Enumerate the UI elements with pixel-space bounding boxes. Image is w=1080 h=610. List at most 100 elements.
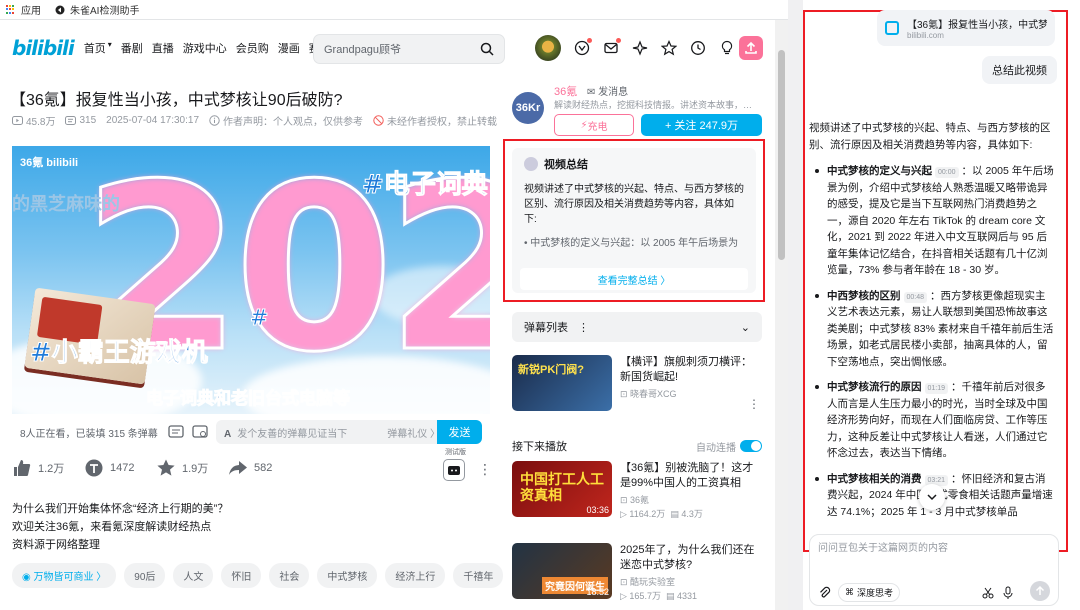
danmaku-input[interactable]: A 发个友善的弹幕见证当下 弹幕礼仪 〉 (216, 420, 448, 444)
summary-title: 视频总结 (544, 159, 588, 171)
tag-list: ◉ 万物皆可商业 〉 90后 人文 怀旧 社会 中式梦核 经济上行 千禧年 (12, 563, 504, 588)
upload-button[interactable] (739, 36, 763, 60)
uploader-avatar[interactable]: 36Kr (512, 92, 544, 124)
danmaku-list-toggle[interactable]: 弹幕列表 ⋮ ⌄ (512, 312, 762, 342)
bookmark-apps-label: 应用 (21, 6, 41, 17)
video-summary-highlight: 视频总结 视频讲述了中式梦核的兴起、特点、与西方梦核的区别、流行原因及相关消费趋… (503, 139, 765, 302)
nav-mall[interactable]: 会员购 (236, 40, 269, 56)
history-clock-icon[interactable] (690, 40, 706, 56)
tag-item[interactable]: 经济上行 (385, 563, 446, 588)
tag-item[interactable]: 怀旧 (221, 563, 262, 588)
timestamp-chip[interactable]: 00:00 (935, 167, 959, 178)
creator-bulb-icon[interactable] (719, 40, 735, 56)
like-button[interactable]: 1.2万 (12, 458, 84, 478)
message-icon[interactable] (603, 38, 621, 56)
search-input[interactable]: Grandpagu顾爷 (313, 34, 505, 64)
timestamp-chip[interactable]: 01:19 (924, 383, 949, 394)
favorite-button[interactable]: 1.9万 (156, 458, 228, 478)
vip-icon[interactable] (574, 38, 592, 56)
nav-game-center[interactable]: 游戏中心 (183, 40, 227, 56)
description-line: 资料源于网络整理 (12, 539, 100, 551)
video-thumbnail[interactable]: 新锐PK门阀? (512, 355, 612, 411)
danmaku-send-button[interactable]: 发送 (437, 420, 482, 444)
bookmark-zhuque-label: 朱雀AI检测助手 (70, 6, 140, 17)
video-thumbnail[interactable]: 中国打工人工资真相 03:36 (512, 461, 612, 517)
recommend-card[interactable]: 新锐PK门阀? 【横评】旗舰刺须刀横评：新国货崛起! ⊡ 晓春哥XCG ⋮ (512, 355, 762, 417)
user-message: 总结此视频 (982, 56, 1057, 84)
search-icon[interactable] (480, 42, 494, 56)
dynamic-icon[interactable] (632, 40, 648, 56)
page-scrollbar[interactable] (775, 20, 788, 610)
danmaku-etiquette-link[interactable]: 弹幕礼仪 〉 (387, 425, 440, 440)
ai-response-item: 中式梦核的定义与兴起 00:00 ：以 2005 年午后场景为例，介绍中式梦核给人熟… (809, 163, 1055, 279)
toggle-switch[interactable] (740, 440, 762, 452)
thumbnail-text: 新锐PK门阀? (518, 364, 584, 376)
nav-manga[interactable]: 漫画 (278, 40, 300, 56)
uploader-name[interactable]: 36氪 (554, 83, 577, 99)
scissors-icon[interactable] (982, 587, 994, 599)
recommend-card[interactable]: 究竟因何诞生 18:52 2025年了，为什么我们还在迷恋中式梦核? ⊡ 酷玩实… (512, 543, 762, 603)
video-thumbnail[interactable]: 究竟因何诞生 18:52 (512, 543, 612, 599)
recommend-author[interactable]: ⊡ 36氪 (620, 493, 649, 506)
tag-item[interactable]: 千禧年 (453, 563, 504, 588)
summary-bullet: • 中式梦核的定义与兴起：以 2005 年午后场景为 (524, 238, 739, 249)
send-message-link[interactable]: ✉ 发消息 (587, 83, 628, 98)
danmaku-settings-icon[interactable] (192, 424, 208, 440)
mail-icon: ✉ (587, 87, 599, 98)
up-next-header: 接下来播放 自动连播 (512, 438, 762, 454)
link-domain: bilibili.com (907, 31, 944, 40)
bookmark-zhuque[interactable]: 朱雀AI检测助手 (55, 2, 139, 17)
chevron-down-icon: ⌄ (740, 321, 750, 334)
danmaku-bar: 8人正在看，已装填 315 条弹幕 A 发个友善的弹幕见证当下 弹幕礼仪 〉 发送 (12, 418, 490, 446)
recommend-title[interactable]: 2025年了，为什么我们还在迷恋中式梦核? (620, 543, 762, 573)
tag-item[interactable]: 社会 (269, 563, 310, 588)
autoplay-toggle[interactable]: 自动连播 (696, 438, 762, 454)
ai-chat-input[interactable]: 问问豆包关于这篇网页的内容 ⌘ 深度思考 (809, 534, 1059, 606)
send-button[interactable] (1030, 581, 1050, 601)
thumbnail-text: 中国打工人工资真相 (520, 471, 604, 503)
summary-header: 视频总结 (524, 156, 744, 172)
recommend-card[interactable]: 中国打工人工资真相 03:36 【36氪】别被洗脑了！这才是99%中国人的工资真… (512, 461, 762, 521)
scroll-down-button[interactable] (919, 484, 945, 510)
charge-button[interactable]: ⚡ 充电 (554, 114, 634, 136)
ai-assistant-button[interactable] (443, 459, 465, 481)
tag-item[interactable]: 90后 (124, 563, 166, 588)
ai-input-placeholder: 问问豆包关于这篇网页的内容 (818, 543, 948, 554)
ai-response-list: 中式梦核的定义与兴起 00:00 ：以 2005 年午后场景为例，介绍中式梦核给人熟… (809, 163, 1055, 520)
timestamp-chip[interactable]: 00:48 (903, 291, 928, 303)
danmaku-toggle-icon[interactable] (168, 424, 184, 440)
more-options-icon[interactable]: ⋮ (478, 462, 492, 476)
recommend-title[interactable]: 【36氪】别被洗脑了！这才是99%中国人的工资真相 (620, 461, 762, 491)
tag-item[interactable]: 人文 (173, 563, 214, 588)
recommend-title[interactable]: 【横评】旗舰刺须刀横评：新国货崛起! (620, 355, 762, 385)
follow-button[interactable]: + 关注 247.9万 (641, 114, 762, 136)
video-tag-dictionary: #电子词典 (362, 170, 489, 201)
share-button[interactable]: 582 (228, 458, 300, 478)
microphone-icon[interactable] (1002, 586, 1014, 600)
video-side-text: 的黑芝麻味的 (12, 194, 120, 215)
up-icon: ⊡ (620, 389, 631, 399)
nav-live[interactable]: 直播 (152, 40, 174, 56)
coin-button[interactable]: 1472 (84, 458, 156, 478)
view-full-summary-button[interactable]: 查看完整总结 〉 (520, 268, 748, 290)
bookmark-apps[interactable]: 应用 (6, 2, 41, 17)
shared-link-card[interactable]: 【36氪】报复性当小孩，中式梦… bilibili.com (877, 10, 1055, 46)
user-avatar[interactable] (535, 35, 561, 61)
scrollbar-thumb[interactable] (778, 50, 785, 260)
more-dots-icon[interactable]: ⋮ (748, 397, 760, 411)
video-player[interactable]: 2025 36氪 bilibili 的黑芝麻味的 #电子词典 # #小霸王游戏机… (12, 146, 490, 414)
attachment-icon[interactable] (818, 586, 832, 600)
video-caption: 电子词典和老旧台式电脑等 (146, 389, 351, 410)
robot-icon (448, 466, 460, 475)
favorites-star-icon[interactable] (660, 40, 678, 56)
more-dots-icon[interactable]: ⋮ (578, 322, 589, 334)
tag-item[interactable]: 中式梦核 (317, 563, 378, 588)
recommend-author[interactable]: ⊡ 晓春哥XCG (620, 387, 677, 400)
view-count: 45.8万 (12, 113, 55, 128)
nav-anime[interactable]: 番剧 (121, 40, 143, 56)
recommend-author[interactable]: ⊡ 酷玩实验室 (620, 575, 675, 588)
deep-think-toggle[interactable]: ⌘ 深度思考 (838, 583, 901, 602)
tag-item[interactable]: ◉ 万物皆可商业 〉 (12, 563, 117, 588)
bilibili-logo[interactable]: bilibili (12, 36, 75, 60)
nav-home[interactable]: 首页 (84, 40, 106, 56)
